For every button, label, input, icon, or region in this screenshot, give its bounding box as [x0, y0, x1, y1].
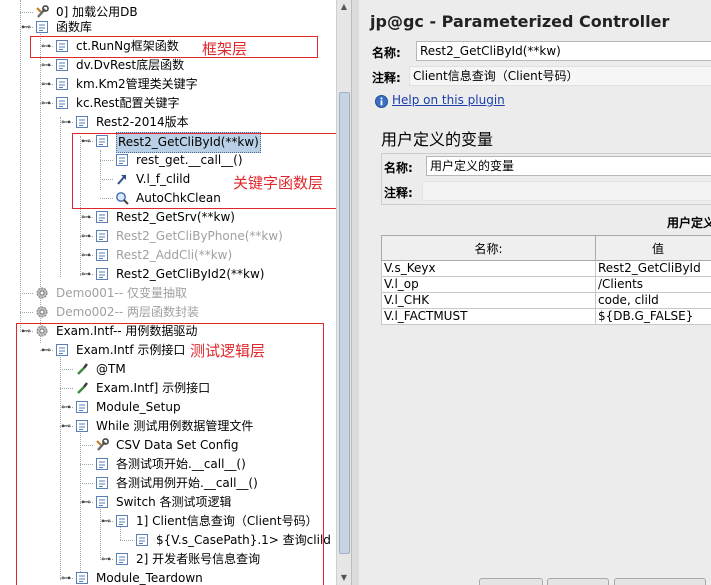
collapse-toggle-icon[interactable]: ⊷: [21, 18, 31, 37]
keyword-layer-frame: [72, 133, 336, 209]
expand-toggle-icon[interactable]: ⊶: [81, 246, 91, 265]
expand-toggle-icon[interactable]: ⊶: [81, 227, 91, 246]
table-header-row: 名称: 值: [381, 235, 711, 261]
tree-item-label[interactable]: km.Km2管理类关键字: [76, 75, 198, 94]
tree-item-label[interactable]: dv.DvRest底层函数: [76, 56, 184, 75]
tree-item[interactable]: ⊶ km.Km2管理类关键字: [0, 75, 336, 94]
controller-icon: [55, 58, 69, 72]
controller-icon: [75, 115, 89, 129]
expand-toggle-icon[interactable]: ⊶: [81, 208, 91, 227]
wrench-icon: [35, 5, 49, 19]
tree-item-label[interactable]: 函数库: [56, 18, 92, 37]
scrollbar-thumb[interactable]: [339, 92, 350, 554]
controller-icon: [95, 229, 109, 243]
expand-toggle-icon[interactable]: ⊶: [41, 56, 51, 75]
tree-item[interactable]: Demo002-- 两层函数封装: [0, 303, 336, 322]
cell-value[interactable]: ${DB.G_FALSE}: [595, 308, 711, 325]
framework-layer-note: 框架层: [202, 40, 248, 58]
column-header-name[interactable]: 名称:: [381, 235, 596, 261]
comment-field[interactable]: Client信息查询（Client号码）: [409, 66, 711, 86]
column-header-value[interactable]: 值: [595, 235, 711, 261]
tree-item[interactable]: ⊶ Rest2_GetSrv(**kw): [0, 208, 336, 227]
cell-name[interactable]: V.l_FACTMUST: [381, 308, 596, 325]
user-defined-vars-title: 用户定义的变量: [381, 130, 494, 149]
inner-name-label: 名称:: [384, 161, 413, 175]
tree-item[interactable]: Demo001-- 仅变量抽取: [0, 284, 336, 303]
controller-icon: [95, 248, 109, 262]
table-row[interactable]: V.s_Keyx Rest2_GetCliById: [381, 260, 711, 277]
controller-editor-panel: jp@gc - Parameterized Controller 名称: Res…: [359, 0, 711, 585]
inner-name-field[interactable]: 用户定义的变量: [426, 156, 711, 176]
gear-icon: [35, 305, 49, 319]
tree-item[interactable]: ⊶ Rest2_AddCli(**kw): [0, 246, 336, 265]
controller-icon: [95, 210, 109, 224]
keyword-layer-note: 关键字函数层: [233, 174, 324, 192]
cell-value[interactable]: /Clients: [595, 276, 711, 293]
add-from-clipboard-button[interactable]: [547, 578, 609, 585]
tree-item[interactable]: ⊶ Rest2_GetCliByPhone(**kw): [0, 227, 336, 246]
expand-toggle-icon[interactable]: ⊶: [41, 94, 51, 113]
table-row[interactable]: V.l_CHK code, clild: [381, 292, 711, 309]
name-field[interactable]: Rest2_GetCliById(**kw): [416, 41, 711, 61]
table-row[interactable]: V.l_op /Clients: [381, 276, 711, 293]
table-row[interactable]: V.l_FACTMUST ${DB.G_FALSE}: [381, 308, 711, 325]
panel-title: jp@gc - Parameterized Controller: [370, 12, 670, 31]
tree-item[interactable]: ⊶ dv.DvRest底层函数: [0, 56, 336, 75]
user-vars-table[interactable]: 名称: 值 V.s_Keyx Rest2_GetCliById V.l_op /…: [381, 235, 711, 325]
cell-value[interactable]: code, clild: [595, 292, 711, 309]
framework-layer-frame: [30, 36, 318, 58]
tree-item[interactable]: ⊶ kc.Rest配置关键字: [0, 94, 336, 113]
info-icon: [375, 95, 388, 108]
user-vars-panel: 名称: 用户定义的变量 注释:: [381, 153, 711, 205]
cell-value[interactable]: Rest2_GetCliById: [595, 260, 711, 277]
controller-icon: [35, 20, 49, 34]
scroll-up-arrow-icon[interactable]: ▲: [338, 1, 350, 13]
inner-comment-label: 注释:: [384, 186, 413, 200]
add-button[interactable]: [479, 578, 543, 585]
gear-icon: [35, 286, 49, 300]
tree-item[interactable]: ⊶ Rest2_GetCliById2(**kw): [0, 265, 336, 284]
cell-name[interactable]: V.s_Keyx: [381, 260, 596, 277]
tree-item[interactable]: ⊷ 函数库: [0, 18, 336, 37]
test-plan-tree[interactable]: 0] 加载公用DB ⊷ 函数库 ⊶ ct.RunNg框架函数 ⊶ dv.DvRest底层函数…: [0, 0, 336, 585]
tree-item-label[interactable]: Rest2_GetCliById2(**kw): [116, 265, 264, 284]
cell-name[interactable]: V.l_CHK: [381, 292, 596, 309]
table-caption: 用户定义: [667, 216, 711, 230]
cell-name[interactable]: V.l_op: [381, 276, 596, 293]
tree-item-label[interactable]: Rest2_GetSrv(**kw): [116, 208, 235, 227]
tree-item[interactable]: ⊶ Rest2-2014版本: [0, 113, 336, 132]
controller-icon: [95, 267, 109, 281]
help-plugin-link[interactable]: Help on this plugin: [392, 93, 505, 107]
comment-label: 注释:: [372, 71, 401, 85]
expand-toggle-icon[interactable]: ⊶: [41, 75, 51, 94]
scroll-down-arrow-icon[interactable]: ▼: [338, 572, 350, 584]
tree-scrollbar[interactable]: ▲ ▼: [336, 0, 351, 585]
expand-toggle-icon[interactable]: ⊶: [81, 265, 91, 284]
name-label: 名称:: [372, 46, 401, 60]
tree-item-label[interactable]: kc.Rest配置关键字: [76, 94, 180, 113]
inner-comment-field[interactable]: [422, 181, 711, 201]
tree-item-label[interactable]: Rest2_AddCli(**kw): [116, 246, 232, 265]
delete-button[interactable]: [614, 578, 706, 585]
controller-icon: [55, 96, 69, 110]
tree-item-label[interactable]: Demo001-- 仅变量抽取: [56, 284, 187, 303]
controller-icon: [55, 77, 69, 91]
logic-layer-note: 测试逻辑层: [190, 342, 266, 360]
tree-item-label[interactable]: Demo002-- 两层函数封装: [56, 303, 199, 322]
expand-toggle-icon[interactable]: ⊶: [61, 113, 71, 132]
tree-item-label[interactable]: Rest2-2014版本: [96, 113, 189, 132]
logic-layer-frame: [16, 323, 324, 585]
tree-item-label[interactable]: Rest2_GetCliByPhone(**kw): [116, 227, 283, 246]
